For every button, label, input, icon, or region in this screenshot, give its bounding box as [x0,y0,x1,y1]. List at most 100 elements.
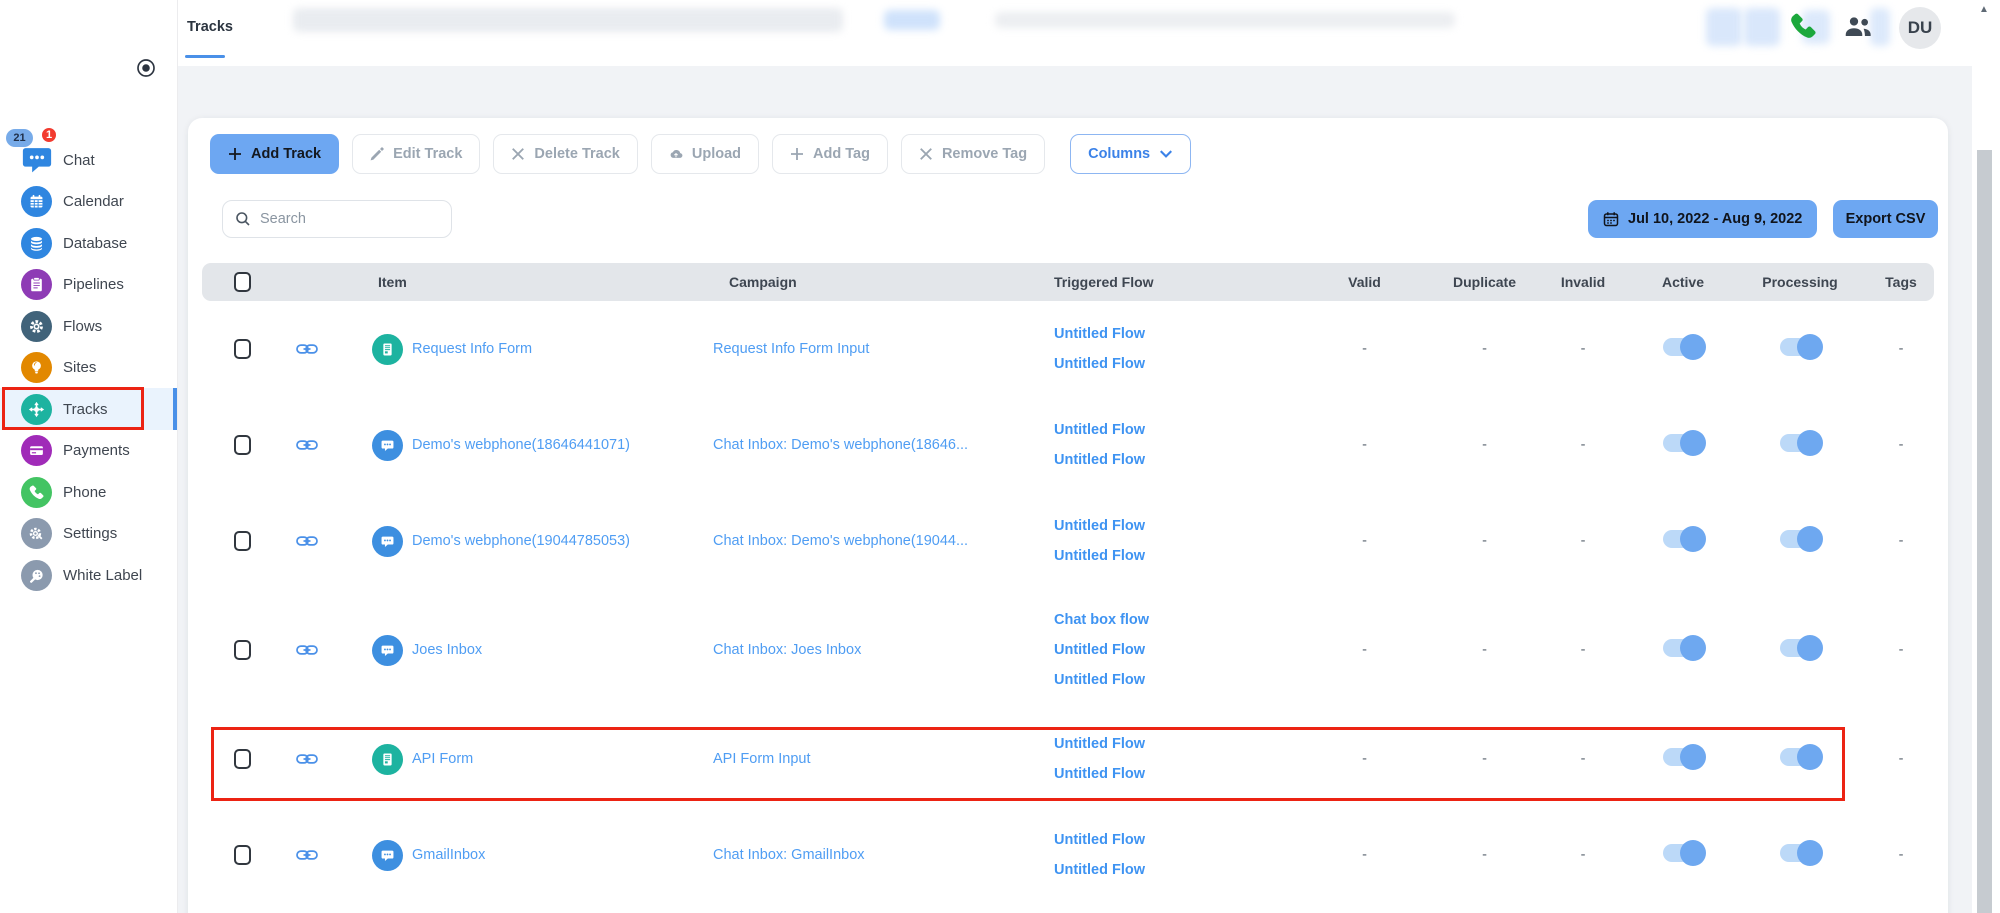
active-toggle[interactable] [1663,748,1703,766]
sidebar-item-label: Pipelines [63,276,124,293]
item-link[interactable]: API Form [412,751,473,767]
link-icon[interactable] [282,752,332,766]
sidebar: Chat211Calendar Database Pipelines FlowsSit… [0,0,178,913]
sidebar-item-phone[interactable]: Phone [0,471,177,513]
upload-button[interactable]: Upload [651,134,759,174]
triggered-flow-link[interactable]: Untitled Flow [1054,326,1145,342]
button-label: Edit Track [393,146,462,162]
row-checkbox[interactable] [234,435,251,455]
triggered-flow-link[interactable]: Untitled Flow [1054,422,1145,438]
scrollbar-up-arrow[interactable]: ▲ [1979,4,1989,15]
active-toggle[interactable] [1663,530,1703,548]
sidebar-item-chat[interactable]: Chat211 [0,139,177,181]
column-header-invalid: Invalid [1532,274,1634,290]
item-link[interactable]: Demo's webphone(18646441071) [412,437,630,453]
gear-icon [21,311,52,342]
row-checkbox[interactable] [234,749,251,769]
delete-track-button[interactable]: Delete Track [493,134,637,174]
active-toggle[interactable] [1663,434,1703,452]
triggered-flow-link[interactable]: Untitled Flow [1054,672,1145,688]
duplicate-value: - [1437,341,1532,357]
contacts-icon[interactable] [1842,15,1874,39]
table-row: Demo's webphone(19044785053) Chat Inbox: … [202,493,1934,589]
sidebar-item-label: Phone [63,484,106,501]
processing-toggle[interactable] [1780,530,1820,548]
column-header-triggered-flow: Triggered Flow [1042,274,1292,290]
chat-bubble-icon [372,840,403,871]
add-tag-button[interactable]: Add Tag [772,134,888,174]
date-range-button[interactable]: Jul 10, 2022 - Aug 9, 2022 [1588,200,1817,238]
campaign-link[interactable]: API Form Input [713,751,811,767]
columns-button[interactable]: Columns [1070,134,1191,174]
export-csv-button[interactable]: Export CSV [1833,200,1938,238]
avatar[interactable]: DU [1899,7,1941,49]
table-row: Demo's webphone(18646441071) Chat Inbox: … [202,397,1934,493]
item-link[interactable]: Joes Inbox [412,642,482,658]
triggered-flow-link[interactable]: Untitled Flow [1054,862,1145,878]
triggered-flow-link[interactable]: Untitled Flow [1054,356,1145,372]
processing-toggle[interactable] [1780,748,1820,766]
triggered-flow-link[interactable]: Untitled Flow [1054,452,1145,468]
link-icon[interactable] [282,643,332,657]
sidebar-item-settings[interactable]: Settings [0,513,177,555]
triggered-flow-link[interactable]: Untitled Flow [1054,642,1145,658]
processing-toggle[interactable] [1780,639,1820,657]
link-icon[interactable] [282,848,332,862]
add-track-button[interactable]: Add Track [210,134,339,174]
row-checkbox[interactable] [234,640,251,660]
link-icon[interactable] [282,342,332,356]
select-all-checkbox[interactable] [234,272,251,292]
search-input[interactable] [260,211,439,227]
row-checkbox[interactable] [234,339,251,359]
triggered-flow-link[interactable]: Chat box flow [1054,612,1149,628]
triggered-flow-link[interactable]: Untitled Flow [1054,832,1145,848]
row-checkbox[interactable] [234,531,251,551]
clipboard-icon [21,269,52,300]
sidebar-item-sites[interactable]: Sites [0,347,177,389]
tags-value: - [1868,533,1934,549]
scrollbar-thumb[interactable] [1977,150,1992,913]
sidebar-item-database[interactable]: Database [0,222,177,264]
processing-toggle[interactable] [1780,338,1820,356]
tab-active-underline [185,55,225,58]
triggered-flow-link[interactable]: Untitled Flow [1054,766,1145,782]
row-checkbox[interactable] [234,845,251,865]
duplicate-value: - [1437,437,1532,453]
active-toggle[interactable] [1663,338,1703,356]
campaign-link[interactable]: Chat Inbox: Joes Inbox [713,642,861,658]
item-link[interactable]: Demo's webphone(19044785053) [412,533,630,549]
sidebar-item-payments[interactable]: Payments [0,430,177,472]
sidebar-item-tracks[interactable]: Tracks [0,388,177,430]
phone-icon[interactable] [1788,11,1818,41]
active-toggle[interactable] [1663,639,1703,657]
toggle-knob [1797,635,1823,661]
processing-toggle[interactable] [1780,434,1820,452]
triggered-flow-link[interactable]: Untitled Flow [1054,518,1145,534]
toggle-knob [1680,744,1706,770]
triggered-flow-link[interactable]: Untitled Flow [1054,736,1145,752]
campaign-link[interactable]: Chat Inbox: Demo's webphone(19044... [713,533,968,549]
sidebar-item-flows[interactable]: Flows [0,305,177,347]
link-icon[interactable] [282,534,332,548]
campaign-link[interactable]: Chat Inbox: GmailInbox [713,847,865,863]
sidebar-item-white-label[interactable]: White Label [0,554,177,596]
collapse-sidebar-icon[interactable] [136,58,156,78]
sidebar-item-label: Database [63,235,127,252]
item-link[interactable]: GmailInbox [412,847,485,863]
button-label: Upload [692,146,741,162]
triggered-flow-link[interactable]: Untitled Flow [1054,548,1145,564]
sidebar-item-pipelines[interactable]: Pipelines [0,264,177,306]
link-icon[interactable] [282,438,332,452]
active-toggle[interactable] [1663,844,1703,862]
remove-tag-button[interactable]: Remove Tag [901,134,1045,174]
tab-tracks[interactable]: Tracks [187,19,233,35]
sidebar-item-calendar[interactable]: Calendar [0,181,177,223]
processing-toggle[interactable] [1780,844,1820,862]
edit-track-button[interactable]: Edit Track [352,134,480,174]
item-link[interactable]: Request Info Form [412,341,532,357]
campaign-link[interactable]: Request Info Form Input [713,341,869,357]
table-row: Joes Inbox Chat Inbox: Joes Inbox Chat box… [202,589,1934,711]
blurred-icon-blob [1706,8,1742,46]
sidebar-item-label: Settings [63,525,117,542]
campaign-link[interactable]: Chat Inbox: Demo's webphone(18646... [713,437,968,453]
